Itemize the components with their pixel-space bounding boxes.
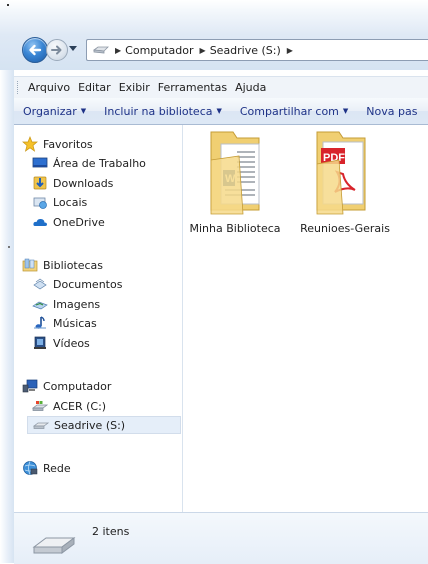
chevron-down-icon: ▼ — [80, 107, 87, 115]
computer-icon — [22, 378, 38, 394]
windows-drive-icon — [31, 398, 49, 414]
share-with-label: Compartilhar com — [239, 104, 339, 118]
chevron-right-icon[interactable]: ▶ — [200, 46, 206, 55]
chevron-down-icon: ▼ — [342, 107, 349, 115]
sidebar-item-label: Locais — [53, 195, 88, 209]
sidebar-item-bibliotecas[interactable]: Bibliotecas — [22, 256, 103, 274]
details-pane — [14, 512, 428, 564]
folder-pdf-icon: PDF — [316, 131, 366, 215]
sidebar-item-label: Área de Trabalho — [53, 156, 146, 170]
chevron-right-icon[interactable]: ▶ — [287, 46, 293, 55]
cloud-icon — [32, 214, 48, 230]
recent-pages-dropdown-icon[interactable] — [69, 46, 77, 52]
command-bar: Organizar ▼ Incluir na biblioteca ▼ Comp… — [14, 98, 428, 125]
sidebar-item-area-de-trabalho[interactable]: Área de Trabalho — [32, 154, 146, 172]
sidebar-item-label: Seadrive (S:) — [54, 418, 126, 432]
sidebar-item-label: Imagens — [53, 297, 101, 311]
sidebar-item-musicas[interactable]: Músicas — [32, 314, 97, 332]
downloads-icon — [32, 175, 48, 191]
sidebar-item-label: Favoritos — [43, 137, 93, 151]
sidebar-item-rede[interactable]: Rede — [22, 459, 71, 477]
navigation-pane: Favoritos Área de Trabalho Downloads Loc… — [14, 125, 183, 543]
window-frame-left — [0, 70, 14, 563]
new-folder-label: Nova pas — [366, 104, 418, 118]
desktop-icon — [32, 155, 48, 171]
pictures-icon — [32, 296, 48, 312]
menu-arquivo[interactable]: Arquivo — [24, 81, 74, 94]
sidebar-item-seadrive[interactable]: Seadrive (S:) — [27, 416, 181, 434]
sidebar-item-locais[interactable]: Locais — [32, 193, 87, 211]
frame-mark — [7, 4, 9, 6]
menu-grip — [17, 81, 21, 94]
breadcrumb-computador[interactable]: Computador — [125, 44, 193, 57]
sidebar-item-label: Documentos — [53, 277, 123, 291]
sidebar-item-favoritos[interactable]: Favoritos — [22, 135, 93, 153]
back-arrow-icon — [29, 44, 42, 56]
forward-arrow-icon — [51, 45, 62, 55]
drive-icon — [32, 417, 50, 433]
file-item-reunioes-gerais[interactable]: PDF Reunioes-Gerais — [291, 125, 391, 240]
sidebar-item-label: Computador — [43, 379, 112, 393]
sidebar-item-imagens[interactable]: Imagens — [32, 295, 100, 313]
menu-ferramentas[interactable]: Ferramentas — [154, 81, 231, 94]
sidebar-item-label: Músicas — [53, 316, 97, 330]
file-name: Minha Biblioteca — [189, 222, 281, 235]
menu-editar[interactable]: Editar — [74, 81, 115, 94]
sidebar-item-documentos[interactable]: Documentos — [32, 275, 122, 293]
file-item-minha-biblioteca[interactable]: W Minha Biblioteca — [183, 125, 283, 240]
sidebar-item-videos[interactable]: Vídeos — [32, 334, 90, 352]
network-icon — [22, 460, 38, 476]
organize-label: Organizar — [23, 104, 77, 118]
forward-button[interactable] — [46, 39, 68, 61]
item-count: 2 itens — [92, 525, 130, 538]
chevron-down-icon: ▼ — [216, 107, 222, 115]
new-folder-button[interactable]: Nova pas — [357, 105, 426, 118]
folder-word-icon: W — [210, 131, 260, 215]
sidebar-item-downloads[interactable]: Downloads — [32, 174, 113, 192]
chevron-right-icon[interactable]: ▶ — [115, 46, 121, 55]
sidebar-item-label: ACER (C:) — [53, 399, 107, 413]
videos-icon — [32, 335, 48, 351]
breadcrumb-seadrive[interactable]: Seadrive (S:) — [210, 44, 281, 57]
sidebar-item-label: Vídeos — [53, 336, 90, 350]
sidebar-item-label: Downloads — [53, 176, 114, 190]
menu-exibir[interactable]: Exibir — [115, 81, 154, 94]
drive-icon — [32, 537, 76, 554]
sidebar-item-label: Bibliotecas — [43, 258, 104, 272]
libraries-icon — [22, 257, 38, 273]
documents-icon — [32, 276, 48, 292]
music-icon — [32, 315, 48, 331]
frame-mark — [8, 246, 10, 248]
sidebar-item-computador[interactable]: Computador — [22, 377, 111, 395]
file-list: W Minha Biblioteca PDF Reunioes-Gerais — [183, 125, 428, 543]
sidebar-item-label: OneDrive — [53, 215, 105, 229]
sidebar-item-onedrive[interactable]: OneDrive — [32, 213, 105, 231]
menu-ajuda[interactable]: Ajuda — [231, 81, 270, 94]
back-button[interactable] — [22, 37, 48, 63]
share-with-button[interactable]: Compartilhar com ▼ — [231, 105, 357, 118]
file-name: Reunioes-Gerais — [300, 222, 390, 235]
sidebar-item-label: Rede — [43, 461, 71, 475]
address-bar[interactable]: ▶ Computador ▶ Seadrive (S:) ▶ — [86, 39, 428, 61]
include-in-library-button[interactable]: Incluir na biblioteca ▼ — [95, 105, 231, 118]
include-in-library-label: Incluir na biblioteca — [104, 104, 213, 118]
sidebar-item-acer-c[interactable]: ACER (C:) — [31, 397, 107, 415]
drive-icon — [93, 46, 109, 54]
recent-places-icon — [32, 194, 48, 210]
star-icon — [22, 136, 38, 152]
menu-bar: Arquivo Editar Exibir Ferramentas Ajuda — [14, 76, 428, 99]
organize-button[interactable]: Organizar ▼ — [14, 105, 95, 118]
